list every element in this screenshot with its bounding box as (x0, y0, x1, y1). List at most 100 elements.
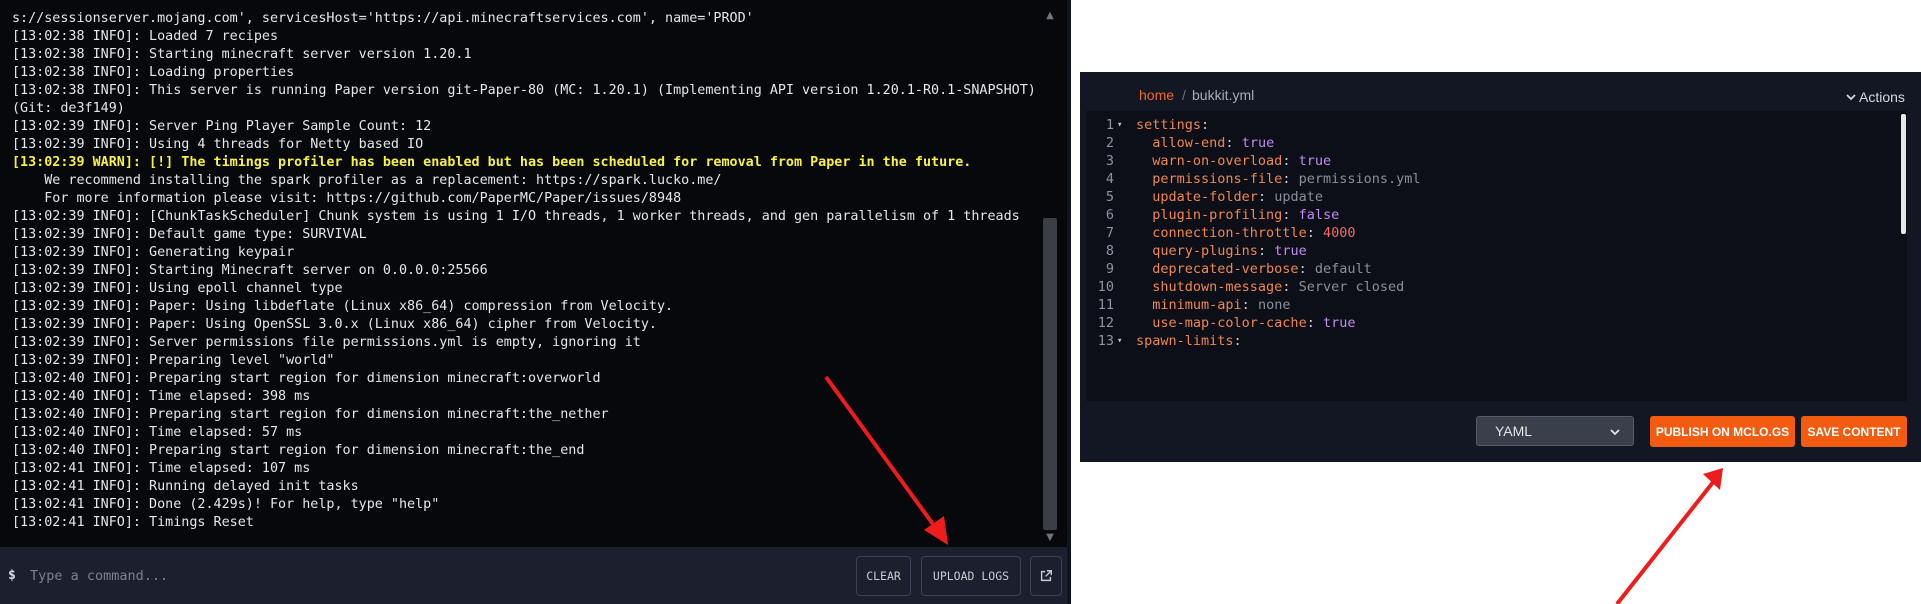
log-line: [13:02:41 INFO]: Done (2.429s)! For help… (12, 497, 440, 512)
log-line: [13:02:41 INFO]: Time elapsed: 107 ms (12, 461, 311, 476)
log-line: (Git: de3f149) (12, 101, 125, 116)
code-line: 13 ▾ spawn-limits: (1086, 330, 1904, 352)
yaml-colon: : (1282, 207, 1299, 223)
editor-header: home / bukkit.yml Actions (1080, 72, 1921, 110)
log-line: [13:02:39 INFO]: Generating keypair (12, 245, 295, 260)
log-line: [13:02:39 INFO]: Server Ping Player Samp… (12, 119, 432, 134)
yaml-key: plugin-profiling (1152, 207, 1283, 223)
yaml-key: permissions-file (1152, 171, 1283, 187)
log-line: [13:02:41 INFO]: Timings Reset (12, 515, 254, 530)
yaml-colon: : (1233, 333, 1250, 349)
log-line: [13:02:41 INFO]: Running delayed init ta… (12, 479, 359, 494)
language-select[interactable]: YAML (1476, 416, 1634, 446)
breadcrumb-home-link[interactable]: home (1139, 87, 1174, 103)
scroll-down-arrow-icon[interactable]: ▼ (1044, 532, 1056, 544)
upload-logs-button[interactable]: UPLOAD LOGS (921, 556, 1021, 596)
yaml-colon: : (1282, 153, 1299, 169)
log-line: [13:02:40 INFO]: Preparing start region … (12, 371, 601, 386)
publish-mclogs-button[interactable]: PUBLISH ON MCLO.GS (1650, 416, 1795, 447)
yaml-key: warn-on-overload (1152, 153, 1283, 169)
breadcrumb-file-name: bukkit.yml (1192, 87, 1255, 103)
console-divider (1067, 0, 1071, 604)
yaml-colon: : (1257, 243, 1275, 259)
scroll-up-arrow-icon[interactable]: ▲ (1044, 10, 1056, 22)
arrow-to-publish-button (1615, 468, 1723, 604)
yaml-key: settings (1136, 117, 1202, 133)
log-line: [13:02:39 INFO]: Default game type: SURV… (12, 227, 367, 242)
log-line: [13:02:40 INFO]: Time elapsed: 57 ms (12, 425, 303, 440)
log-line: [13:02:38 INFO]: Loaded 7 recipes (12, 29, 279, 44)
yaml-key: query-plugins (1152, 243, 1258, 259)
publish-button-label: PUBLISH ON MCLO.GS (1655, 424, 1790, 439)
command-input[interactable] (28, 561, 832, 591)
yaml-colon: : (1282, 279, 1299, 295)
file-editor: home / bukkit.yml Actions 1 ▾ settings: 2 … (1080, 72, 1921, 462)
yaml-colon: : (1298, 261, 1315, 277)
save-content-button[interactable]: SAVE CONTENT (1801, 416, 1907, 447)
yaml-value: true (1241, 135, 1275, 151)
server-console: s://sessionserver.mojang.com', servicesH… (0, 0, 1071, 604)
log-line: [13:02:40 INFO]: Preparing start region … (12, 407, 609, 422)
editor-scroll-thumb[interactable] (1901, 114, 1906, 234)
yaml-key: deprecated-verbose (1152, 261, 1299, 277)
language-select-value: YAML (1495, 423, 1533, 439)
log-line: We recommend installing the spark profil… (12, 173, 722, 188)
log-line-warning: [13:02:39 WARN]: [!] The timings profile… (12, 155, 972, 170)
log-line: [13:02:40 INFO]: Time elapsed: 398 ms (12, 389, 311, 404)
yaml-key: shutdown-message (1152, 279, 1283, 295)
log-line: [13:02:38 INFO]: This server is running … (12, 83, 1036, 98)
yaml-value: Server closed (1298, 279, 1405, 295)
yaml-value: none (1257, 297, 1291, 313)
log-line: [13:02:39 INFO]: Server permissions file… (12, 335, 641, 350)
log-line: [13:02:39 INFO]: Paper: Using OpenSSL 3.… (12, 317, 657, 332)
save-button-label: SAVE CONTENT (1807, 424, 1901, 439)
yaml-colon: : (1225, 135, 1242, 151)
clear-button-label: CLEAR (866, 569, 901, 583)
log-line: [13:02:38 INFO]: Loading properties (12, 65, 295, 80)
log-line: [13:02:39 INFO]: Starting Minecraft serv… (12, 263, 488, 278)
log-line: [13:02:39 INFO]: Preparing level "world" (12, 353, 335, 368)
yaml-key: minimum-api (1152, 297, 1242, 313)
command-bar: $ CLEAR UPLOAD LOGS (0, 547, 1067, 604)
yaml-key: spawn-limits (1136, 333, 1234, 349)
yaml-value: true (1298, 153, 1332, 169)
code-editor[interactable]: 1 ▾ settings: 2 allow-end: true 3 warn-on-o… (1086, 111, 1904, 401)
console-log: s://sessionserver.mojang.com', servicesH… (12, 10, 1042, 545)
breadcrumb-separator: / (1182, 87, 1186, 103)
log-line: [13:02:38 INFO]: Starting minecraft serv… (12, 47, 472, 62)
fold-toggle-icon[interactable]: ▾ (1117, 330, 1122, 352)
yaml-key: allow-end (1152, 135, 1226, 151)
yaml-colon: : (1306, 315, 1323, 331)
yaml-key: use-map-color-cache (1152, 315, 1307, 331)
chevron-down-icon (1846, 94, 1856, 101)
log-line: [13:02:39 INFO]: Using 4 threads for Net… (12, 137, 424, 152)
yaml-value: default (1314, 261, 1372, 277)
yaml-colon: : (1257, 189, 1275, 205)
log-line: s://sessionserver.mojang.com', servicesH… (12, 11, 754, 26)
yaml-value: 4000 (1322, 225, 1356, 241)
actions-label: Actions (1859, 89, 1905, 105)
clear-button[interactable]: CLEAR (856, 556, 911, 596)
chevron-down-icon (1610, 429, 1620, 436)
log-line: [13:02:39 INFO]: Paper: Using libdeflate… (12, 299, 674, 314)
yaml-colon: : (1201, 117, 1218, 133)
console-scroll-thumb[interactable] (1043, 218, 1057, 530)
external-link-icon (1040, 570, 1052, 582)
yaml-colon: : (1306, 225, 1323, 241)
open-external-button[interactable] (1030, 556, 1062, 596)
log-line: [13:02:40 INFO]: Preparing start region … (12, 443, 585, 458)
yaml-colon: : (1282, 171, 1299, 187)
actions-dropdown[interactable]: Actions (1845, 89, 1905, 105)
yaml-value: false (1298, 207, 1340, 223)
yaml-value: update (1274, 189, 1323, 205)
yaml-colon: : (1241, 297, 1258, 313)
